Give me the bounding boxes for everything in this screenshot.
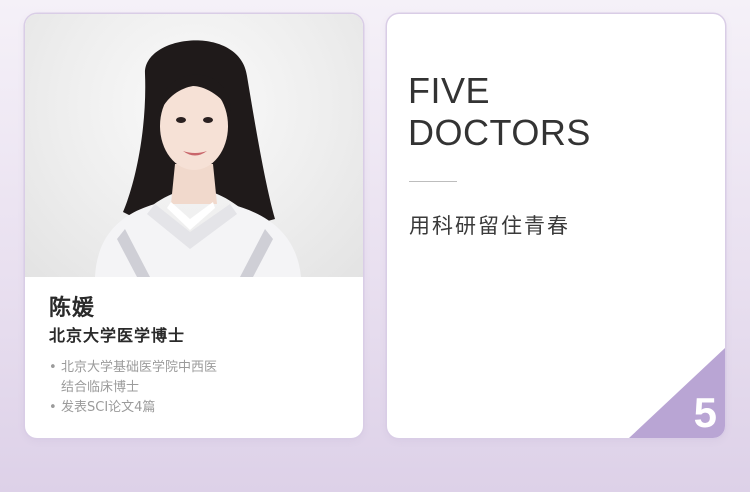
- credential-text: 北京大学基础医学院中西医: [61, 360, 218, 375]
- credential-list: • 北京大学基础医学院中西医 结合临床博士 • 发表SCI论文4篇: [47, 358, 217, 418]
- slogan-text: 用科研留住青春: [409, 214, 570, 238]
- credential-text: 发表SCI论文4篇: [61, 400, 156, 415]
- doctor-portrait-icon: [95, 40, 301, 277]
- credential-item: • 发表SCI论文4篇: [47, 398, 217, 418]
- credential-text: 结合临床博士: [61, 380, 140, 395]
- divider: [409, 181, 457, 182]
- doctor-degree: 北京大学医学博士: [49, 326, 186, 345]
- heading-line-2: DOCTORS: [408, 112, 591, 153]
- section-heading: FIVE DOCTORS: [408, 70, 591, 154]
- doctor-name: 陈媛: [49, 296, 96, 321]
- heading-line-1: FIVE: [408, 70, 491, 111]
- doctor-profile-card[interactable]: 陈媛 北京大学医学博士 • 北京大学基础医学院中西医 结合临床博士 • 发表SC…: [25, 14, 363, 438]
- doctor-photo: [25, 14, 363, 277]
- card-number: 5: [693, 389, 717, 436]
- bullet-icon: •: [49, 400, 57, 415]
- credential-item: • 北京大学基础医学院中西医 结合临床博士: [47, 358, 217, 398]
- bullet-icon: •: [49, 360, 57, 375]
- intro-card[interactable]: FIVE DOCTORS 用科研留住青春 5: [387, 14, 725, 438]
